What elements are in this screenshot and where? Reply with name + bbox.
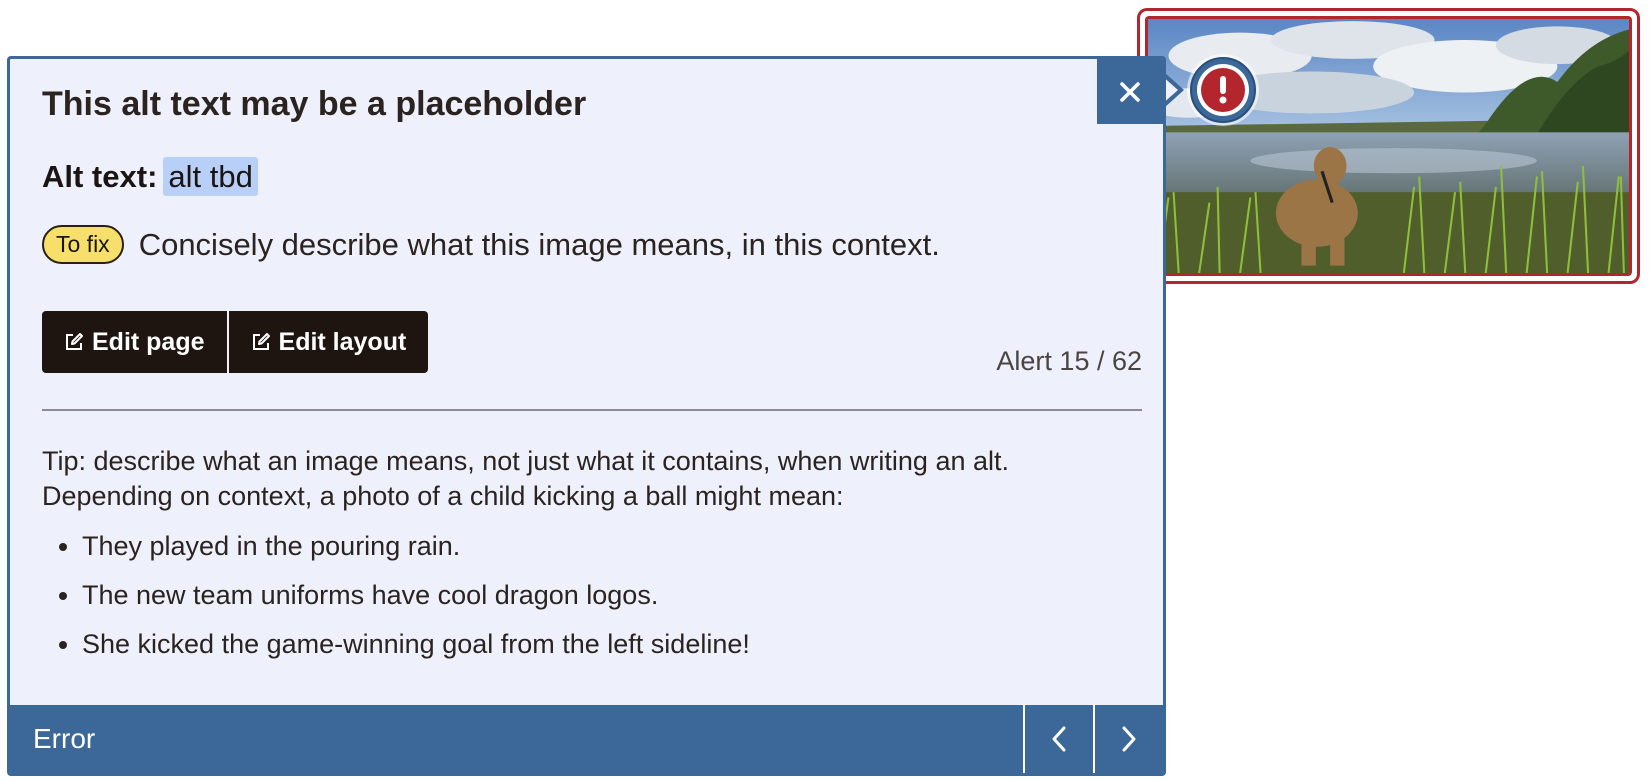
error-marker-button[interactable] (1190, 57, 1256, 123)
dialog-footer: Error (10, 705, 1163, 773)
alert-type-label: Error (33, 723, 96, 754)
tip-text: Tip: describe what an image means, not j… (42, 446, 1009, 511)
list-item: They played in the pouring rain. (82, 529, 750, 578)
alt-text-value: alt tbd (163, 157, 258, 196)
edit-button-group: Edit page Edit layout (42, 311, 429, 373)
dialog-heading: This alt text may be a placeholder (42, 85, 587, 123)
previous-alert-button[interactable] (1023, 705, 1093, 773)
flagged-image (1145, 16, 1632, 276)
tip-examples-list: They played in the pouring rain. The new… (42, 529, 750, 676)
alert-counter: Alert 15 / 62 (996, 346, 1142, 376)
chevron-left-icon (1052, 726, 1066, 752)
close-button[interactable] (1097, 59, 1163, 124)
list-item: She kicked the game-winning goal from th… (82, 627, 750, 676)
edit-page-button[interactable]: Edit page (42, 311, 227, 373)
edit-icon (64, 332, 84, 352)
divider (42, 409, 1142, 411)
chevron-right-icon (1122, 726, 1136, 752)
alt-text-label: Alt text: (42, 159, 158, 194)
edit-icon (251, 332, 271, 352)
close-icon (1120, 81, 1140, 102)
fix-line: To fix Concisely describe what this imag… (42, 225, 940, 264)
list-item: The new team uniforms have cool dragon l… (82, 578, 750, 627)
edit-layout-label: Edit layout (278, 327, 407, 356)
edit-layout-button[interactable]: Edit layout (226, 311, 429, 373)
tooltip-arrow (1161, 72, 1184, 108)
alt-text-line: Alt text: alt tbd (42, 157, 258, 196)
next-alert-button[interactable] (1093, 705, 1163, 773)
edit-page-label: Edit page (92, 327, 205, 356)
alert-dialog: This alt text may be a placeholder Alt t… (7, 56, 1166, 776)
fix-instruction: Concisely describe what this image means… (138, 226, 940, 262)
to-fix-badge: To fix (42, 225, 124, 264)
alert-icon (1201, 68, 1245, 112)
flagged-image-outline (1137, 8, 1640, 284)
